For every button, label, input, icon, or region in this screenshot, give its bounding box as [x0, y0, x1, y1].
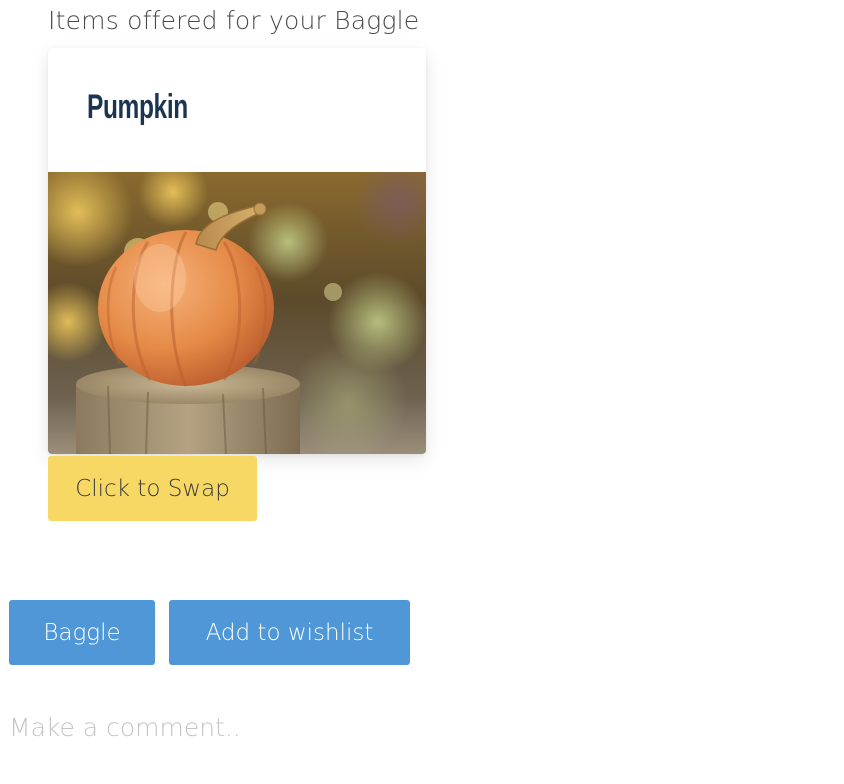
offered-items-heading: Items offered for your Baggle: [48, 6, 420, 35]
comment-input[interactable]: [9, 702, 829, 752]
item-card[interactable]: Pumpkin: [48, 48, 426, 454]
baggle-button[interactable]: Baggle: [9, 600, 155, 665]
item-photo: [48, 172, 426, 454]
swap-button[interactable]: Click to Swap: [48, 456, 257, 521]
page: Items offered for your Baggle Pumpkin Cl…: [0, 0, 844, 784]
add-to-wishlist-button[interactable]: Add to wishlist: [169, 600, 410, 665]
item-title: Pumpkin: [87, 88, 188, 126]
